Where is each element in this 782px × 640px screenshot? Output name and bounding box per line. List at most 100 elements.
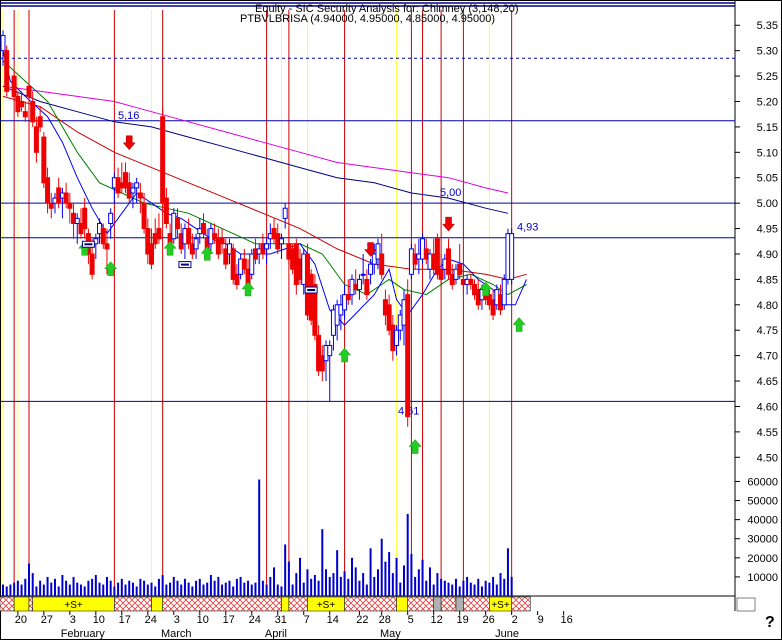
candle-body-134 (501, 278, 507, 306)
volume-tick-label-3: 30000 (747, 534, 778, 546)
band-segment-13 (433, 596, 442, 612)
candle-body-92 (345, 294, 351, 301)
band-end-box (736, 597, 756, 612)
candle-body-74 (278, 238, 284, 245)
candle-body-39 (149, 243, 155, 265)
band-segment-2 (28, 596, 33, 612)
band-segment-0 (0, 596, 15, 612)
candle-body-8 (33, 126, 39, 153)
candle-body-16 (63, 192, 69, 204)
band-segment-15 (455, 596, 464, 612)
month-label-4: June (495, 628, 519, 640)
band-segment-11 (396, 596, 408, 612)
level-label-2: 4,93 (517, 222, 538, 234)
candle-body-36 (137, 192, 143, 199)
y-tick-label-16: 4.55 (757, 427, 778, 439)
y-tick-label-3: 5.20 (757, 96, 778, 108)
x-tick-label-0: 20 (15, 614, 27, 626)
candle-body-4 (19, 100, 25, 108)
candle-body-64 (241, 258, 247, 270)
dividend-marker-fill-1 (180, 263, 189, 266)
y-tick-label-13: 4.70 (757, 351, 778, 363)
y-tick-label-14: 4.65 (757, 376, 778, 388)
x-tick-label-5: 24 (145, 614, 157, 626)
candle-body-26 (100, 228, 106, 245)
y-tick-label-10: 4.85 (757, 274, 778, 286)
candle-body-56 (212, 233, 218, 240)
dividend-marker-fill-2 (307, 289, 316, 292)
candle-body-0 (0, 34, 6, 52)
x-tick-label-12: 14 (327, 614, 339, 626)
candle-body-23 (89, 253, 95, 275)
candle-body-1 (4, 50, 10, 92)
candle-body-43 (163, 197, 169, 224)
dividend-marker-fill-0 (84, 243, 93, 246)
candle-body-125 (468, 278, 474, 285)
candle-body-28 (108, 212, 114, 224)
candle-body-122 (457, 263, 463, 275)
candle-body-95 (356, 278, 362, 291)
y-tick-label-0: 5.35 (757, 20, 778, 32)
y-tick-label-17: 4.50 (757, 452, 778, 464)
candle-body-21 (82, 207, 88, 230)
candle-body-62 (234, 273, 240, 285)
y-tick-label-4: 5.15 (757, 122, 778, 134)
x-tick-label-10: 31 (275, 614, 287, 626)
y-tick-label-15: 4.60 (757, 401, 778, 413)
candle-body-105 (394, 329, 400, 346)
band-label-3: +S+ (64, 600, 83, 611)
y-tick-label-2: 5.25 (757, 71, 778, 83)
candle-body-108 (405, 294, 411, 418)
x-tick-label-9: 24 (249, 614, 261, 626)
candle-body-27 (104, 243, 110, 250)
band-segment-14 (440, 596, 457, 612)
x-tick-label-21: 16 (561, 614, 573, 626)
header-line-2: PTBVLBRISA (4.94000, 4.95000, 4.85000, 4… (240, 13, 495, 25)
volume-tick-label-0: 60000 (747, 476, 778, 488)
month-label-1: March (161, 628, 192, 640)
y-tick-label-9: 4.90 (757, 249, 778, 261)
volume-tick-label-1: 50000 (747, 496, 778, 508)
candle-body-2 (11, 75, 17, 97)
candle-body-119 (446, 248, 452, 275)
band-segment-12 (407, 596, 434, 612)
band-segment-7 (281, 596, 290, 612)
candle-body-19 (74, 217, 80, 224)
x-tick-label-17: 19 (457, 614, 469, 626)
candle-body-53 (200, 222, 206, 235)
help-button[interactable]: ? (765, 614, 775, 632)
candle-body-6 (26, 85, 32, 97)
stock-chart: 5,165,004,934,61 +S++S++S+ 5.355.305.255… (0, 0, 782, 640)
band-label-17: +S+ (491, 600, 510, 611)
y-tick-label-8: 4.95 (757, 224, 778, 236)
candle-body-98 (368, 263, 374, 275)
candle-body-41 (156, 228, 162, 240)
x-tick-label-14: 28 (379, 614, 391, 626)
candle-body-9 (37, 116, 43, 128)
x-tick-label-7: 10 (197, 614, 209, 626)
month-label-3: May (380, 628, 401, 640)
x-tick-label-6: 3 (174, 614, 180, 626)
candle-body-87 (327, 344, 333, 357)
x-tick-label-8: 17 (223, 614, 235, 626)
candle-body-42 (160, 116, 166, 204)
candle-body-37 (141, 202, 147, 230)
x-tick-label-2: 3 (70, 614, 76, 626)
volume-tick-label-5: 10000 (747, 572, 778, 584)
candle-body-34 (130, 187, 136, 194)
candle-body-46 (175, 217, 181, 230)
chart-header: Equity - SIC Security Analysis for: Chim… (240, 3, 519, 25)
band-segment-5 (151, 596, 163, 612)
candle-body-10 (41, 136, 47, 184)
candle-body-117 (438, 268, 444, 280)
band-label-9: +S+ (317, 600, 336, 611)
candle-body-49 (186, 228, 192, 245)
candle-body-35 (134, 182, 140, 189)
candle-body-7 (30, 100, 36, 123)
x-tick-label-20: 9 (538, 614, 544, 626)
candle-body-70 (264, 243, 270, 250)
x-tick-label-13: 22 (356, 614, 368, 626)
band-segment-8 (288, 596, 308, 612)
band-segment-1 (13, 596, 30, 612)
level-label-0: 5,16 (118, 110, 139, 122)
